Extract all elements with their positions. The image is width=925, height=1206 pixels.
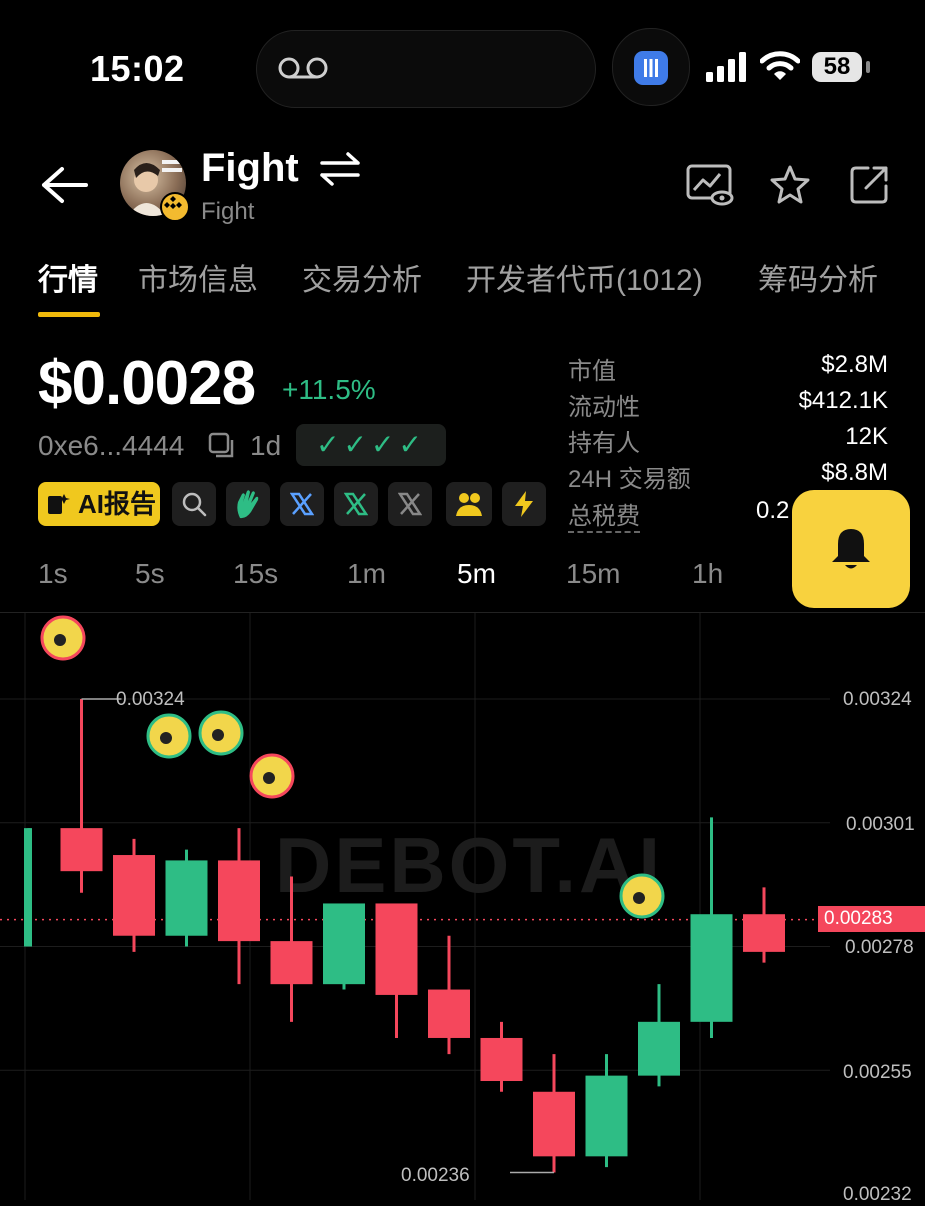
copy-icon[interactable] [208,432,236,460]
back-arrow-icon[interactable] [40,165,88,205]
lightning-icon [515,491,533,517]
interval-15s[interactable]: 15s [233,558,278,590]
stat-label-liquidity: 流动性 [568,394,640,421]
stat-value-mcap: $2.8M [821,351,888,378]
token-name: Fight [201,146,299,190]
candle-body [428,989,470,1038]
token-age: 1d [250,430,282,461]
interval-15m[interactable]: 15m [566,558,620,590]
trade-marker-figure [54,634,66,646]
wifi-icon [760,51,800,80]
battery-level: 58 [812,52,862,82]
x-chip-gray[interactable] [388,482,432,526]
ai-report-icon [48,494,70,514]
candle-body [375,903,418,995]
trade-marker-figure [212,729,224,741]
cellular-signal-icon [706,52,746,82]
interval-1h[interactable]: 1h [692,558,723,590]
y-tick-label: 0.00278 [845,937,914,958]
stat-label-volume: 24H 交易额 [568,466,691,493]
swap-arrows-icon[interactable] [318,152,362,186]
candle-body [60,828,103,872]
x-chip-green[interactable] [334,482,378,526]
interval-5s[interactable]: 5s [135,558,165,590]
app-activity-pill [612,28,690,106]
x-twitter-icon [290,492,314,516]
candle-body [165,860,208,936]
tab-market-info[interactable]: 市场信息 [138,255,258,299]
search-chip[interactable] [172,482,216,526]
candle-body [638,1021,680,1076]
stat-value-tax: 0.2 [756,497,790,524]
y-tick-label: 0.00324 [843,689,912,710]
candle-body [270,941,313,985]
price-alert-button[interactable] [792,490,910,608]
token-subtitle: Fight [201,198,255,225]
y-tick-label: 0.00255 [843,1062,912,1083]
candle-body [533,1091,575,1157]
stat-value-volume: $8.8M [821,459,888,486]
y-tick-label: 0.00301 [846,814,915,835]
contract-address[interactable]: 0xe6...4444 [38,430,184,462]
status-time: 15:02 [90,48,185,89]
ai-report-button[interactable]: AI报告 [38,482,160,526]
candle-body [743,914,785,952]
interval-5m[interactable]: 5m [457,558,496,590]
tab-trade-analysis[interactable]: 交易分析 [302,255,422,299]
candle-body [690,914,733,1022]
interval-1s[interactable]: 1s [38,558,68,590]
interval-1m[interactable]: 1m [347,558,386,590]
candle-body [480,1037,523,1082]
low-price-label: 0.00236 [401,1165,470,1186]
candle-body [585,1075,628,1157]
community-icon [456,493,482,516]
candle-body [24,828,32,947]
stat-label-tax[interactable]: 总税费 [568,496,640,533]
ai-report-label: AI报告 [78,489,157,519]
community-chip[interactable] [446,482,492,526]
stat-value-holders: 12K [845,423,888,450]
tab-holder-analysis[interactable]: 筹码分析 [758,255,878,299]
flash-chip[interactable] [502,482,546,526]
stat-value-liquidity: $412.1K [798,387,888,414]
voicemail-icon [278,57,328,79]
price-change: +11.5% [282,374,376,405]
main-tabs: 行情 市场信息 交易分析 开发者代币(1012) 筹码分析 [0,255,925,325]
candle-body [323,903,365,985]
bell-icon [832,529,870,569]
waving-hand-icon [237,490,259,519]
chart-watch-icon[interactable] [686,164,734,208]
trade-marker-figure [160,732,172,744]
x-twitter-icon [344,492,368,516]
high-price-label: 0.00324 [116,689,185,710]
current-price: $0.0028 [38,349,256,418]
security-checks[interactable]: ✓✓✓✓ [296,424,446,466]
trade-marker-figure [263,772,275,784]
battery-icon [866,61,870,73]
x-twitter-icon [398,492,422,516]
hand-chip[interactable] [226,482,270,526]
trade-marker-figure [633,892,645,904]
stat-label-holders: 持有人 [568,430,640,457]
candle-body [218,860,260,942]
candle-body [113,855,155,936]
share-icon[interactable] [848,164,890,206]
y-tick-label: 0.00232 [843,1184,912,1205]
search-icon [182,492,207,517]
tab-dev-tokens[interactable]: 开发者代币(1012) [466,255,703,299]
dynamic-island [256,30,596,108]
active-tab-indicator [38,312,100,317]
tab-market[interactable]: 行情 [38,255,98,299]
stat-label-mcap: 市值 [568,358,616,385]
current-price-tag: 0.00283 [818,906,925,932]
bnb-chain-badge-icon [160,192,190,222]
app-icon [634,51,668,85]
x-chip-blue[interactable] [280,482,324,526]
star-favorite-icon[interactable] [770,164,810,204]
